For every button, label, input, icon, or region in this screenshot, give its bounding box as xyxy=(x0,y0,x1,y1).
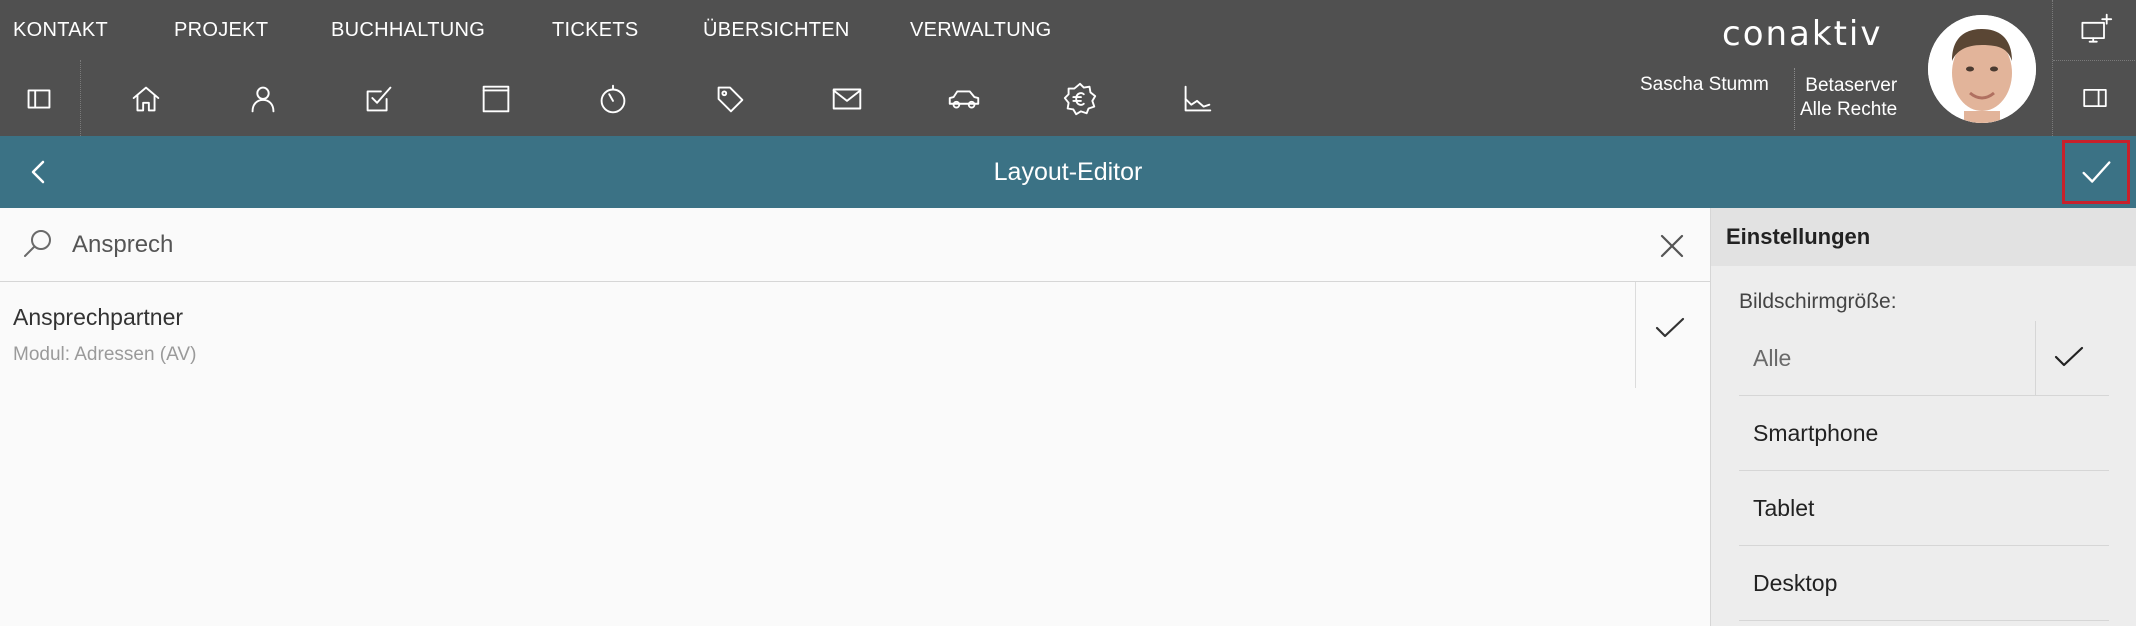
user-rights: Alle Rechte xyxy=(1800,99,1898,120)
menu-item-uebersichten[interactable]: ÜBERSICHTEN xyxy=(703,19,850,42)
tasks-button[interactable] xyxy=(354,74,404,124)
screen-size-label: Bildschirmgröße: xyxy=(1739,290,1897,313)
menu-item-verwaltung[interactable]: VERWALTUNG xyxy=(910,19,1052,42)
option-label: Smartphone xyxy=(1753,420,1879,446)
menu-item-projekt[interactable]: PROJEKT xyxy=(174,19,268,42)
checkmark-icon[interactable] xyxy=(1652,310,1692,350)
user-divider xyxy=(1794,68,1795,130)
settings-panel: Einstellungen Bildschirmgröße: Alle Smar… xyxy=(1710,208,2136,626)
top-header: KONTAKT PROJEKT BUCHHALTUNG TICKETS ÜBER… xyxy=(0,0,2136,136)
settings-title: Einstellungen xyxy=(1726,224,1871,249)
screen-size-option-desktop[interactable]: Desktop xyxy=(1739,546,2109,621)
checkmark-icon xyxy=(2082,161,2111,183)
option-label: Tablet xyxy=(1753,495,1815,521)
right-toolbar-divider xyxy=(2053,60,2136,61)
page-title: Layout-Editor xyxy=(993,158,1143,186)
panel-right-icon xyxy=(2083,89,2107,107)
settings-header: Einstellungen xyxy=(1711,208,2136,266)
new-window-button[interactable] xyxy=(2070,5,2120,55)
task-check-icon xyxy=(366,86,392,112)
euro-badge-icon xyxy=(1063,82,1097,116)
sidebar-toggle-button[interactable] xyxy=(14,74,64,124)
mail-icon xyxy=(832,88,862,110)
panel-toggle-button[interactable] xyxy=(2070,73,2120,123)
home-button[interactable] xyxy=(121,74,171,124)
confirm-button[interactable] xyxy=(2062,140,2130,204)
sidebar-toggle-icon xyxy=(27,89,51,109)
module-icon-bar xyxy=(0,60,1300,136)
list-item-title: Ansprechpartner xyxy=(13,304,184,330)
tag-icon xyxy=(717,86,744,113)
person-icon xyxy=(251,86,275,113)
search-bar xyxy=(0,208,1710,282)
stopwatch-icon xyxy=(600,84,626,114)
avatar[interactable] xyxy=(1928,15,2036,123)
monitor-plus-icon xyxy=(2081,13,2113,43)
menu-item-tickets[interactable]: TICKETS xyxy=(552,19,639,42)
screen-size-option-alle[interactable]: Alle xyxy=(1739,321,2109,396)
tags-button[interactable] xyxy=(705,74,755,124)
clear-search-button[interactable] xyxy=(1652,226,1692,266)
vehicles-button[interactable] xyxy=(939,74,989,124)
server-name: Betaserver xyxy=(1805,75,1898,96)
conaktiv-logo: conaktiv xyxy=(1722,14,1883,54)
mail-button[interactable] xyxy=(822,74,872,124)
title-bar: Layout-Editor xyxy=(0,136,2136,208)
user-name[interactable]: Sascha Stumm xyxy=(1640,74,1769,96)
main-content: Ansprechpartner Modul: Adressen (AV) xyxy=(0,208,1710,626)
option-label: Desktop xyxy=(1753,570,1838,596)
finance-button[interactable] xyxy=(1055,74,1105,124)
list-item[interactable]: Ansprechpartner Modul: Adressen (AV) xyxy=(0,282,1710,392)
user-photo xyxy=(1928,15,2036,123)
reports-button[interactable] xyxy=(1172,74,1222,124)
search-input[interactable] xyxy=(72,222,1612,268)
car-icon xyxy=(948,90,980,109)
time-tracking-button[interactable] xyxy=(588,74,638,124)
option-label: Alle xyxy=(1753,345,1792,371)
menu-item-buchhaltung[interactable]: BUCHHALTUNG xyxy=(331,19,485,42)
server-info[interactable]: Betaserver Alle Rechte xyxy=(1800,74,1897,122)
list-item-divider xyxy=(1635,282,1636,388)
toolbar-divider xyxy=(80,60,81,136)
list-item-subtitle: Modul: Adressen (AV) xyxy=(13,344,197,365)
screen-size-option-tablet[interactable]: Tablet xyxy=(1739,471,2109,546)
screen-size-option-smartphone[interactable]: Smartphone xyxy=(1739,396,2109,471)
chart-icon xyxy=(1184,85,1212,112)
calendar-button[interactable] xyxy=(471,74,521,124)
right-toolbar xyxy=(2052,0,2136,136)
option-divider xyxy=(2035,321,2036,395)
contacts-button[interactable] xyxy=(238,74,288,124)
home-icon xyxy=(132,86,160,112)
menu-item-kontakt[interactable]: KONTAKT xyxy=(13,19,108,42)
close-icon xyxy=(1660,234,1684,258)
search-icon xyxy=(20,226,56,262)
calendar-square-icon xyxy=(482,85,510,113)
checkmark-icon xyxy=(2051,339,2091,379)
